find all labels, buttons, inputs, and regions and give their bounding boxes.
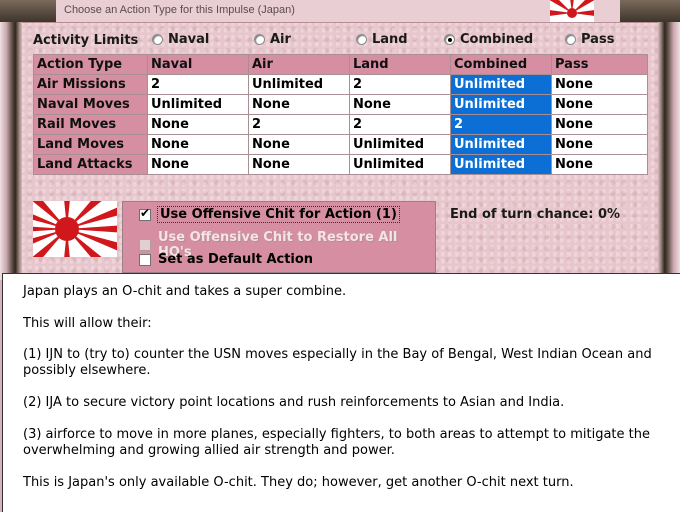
table-cell: None [551, 154, 648, 175]
column-header: Pass [551, 54, 648, 75]
note-paragraph: (2) IJA to secure victory point location… [23, 395, 565, 410]
note-paragraph: (1) IJN to (try to) counter the USN move… [23, 347, 652, 378]
default-action-option[interactable]: Set as Default Action [139, 252, 313, 267]
title-bar-ornament-left [0, 0, 56, 22]
japan-flag-icon [550, 0, 594, 22]
radio-naval-label: Naval [168, 32, 210, 47]
frame-left [0, 22, 22, 280]
column-header: Combined [450, 54, 552, 75]
table-cell: 2 [248, 114, 350, 135]
column-header: Naval [147, 54, 249, 75]
row-header: Naval Moves [33, 94, 148, 115]
radio-land-indicator[interactable] [356, 34, 367, 45]
offensive-chit-label: Use Offensive Chit for Action (1) [157, 206, 400, 223]
radio-air-indicator[interactable] [254, 34, 265, 45]
action-type-dialog: Choose an Action Type for this Impulse (… [0, 0, 680, 280]
column-header: Action Type [33, 54, 148, 75]
radio-combined[interactable]: Combined [444, 32, 533, 47]
radio-air[interactable]: Air [254, 32, 291, 47]
table-cell: Unlimited [147, 94, 249, 115]
title-bar: Choose an Action Type for this Impulse (… [0, 0, 680, 23]
table-cell: None [147, 154, 249, 175]
offensive-chit-option[interactable]: Use Offensive Chit for Action (1) [139, 206, 400, 223]
row-header: Land Moves [33, 134, 148, 155]
row-header: Land Attacks [33, 154, 148, 175]
default-action-checkbox[interactable] [139, 253, 151, 266]
title-bar-ornament-right [620, 0, 680, 22]
radio-combined-indicator[interactable] [444, 34, 455, 45]
japan-rising-sun-flag-icon [33, 201, 117, 257]
table-cell: None [551, 94, 648, 115]
table-row: Land Attacks None None Unlimited Unlimit… [33, 154, 648, 175]
note-paragraph: (3) airforce to move in more planes, esp… [23, 427, 650, 458]
frame-right [658, 22, 680, 280]
radio-combined-label: Combined [460, 32, 534, 47]
table-cell: None [248, 154, 350, 175]
table-cell: None [551, 114, 648, 135]
offensive-chit-checkbox[interactable] [139, 206, 151, 221]
end-of-turn-chance: End of turn chance: 0% [450, 207, 621, 222]
table-cell: 2 [349, 114, 451, 135]
table-row: Rail Moves None 2 2 2 None [33, 114, 648, 135]
table-row: Naval Moves Unlimited None None Unlimite… [33, 94, 648, 115]
note-paragraph: This will allow their: [23, 316, 152, 331]
radio-pass[interactable]: Pass [565, 32, 614, 47]
radio-pass-label: Pass [581, 32, 615, 47]
radio-naval[interactable]: Naval [152, 32, 209, 47]
table-cell: None [349, 94, 451, 115]
table-cell: Unlimited [248, 74, 350, 95]
row-header: Air Missions [33, 74, 148, 95]
table-cell-selected: Unlimited [450, 134, 552, 155]
table-cell: None [147, 114, 249, 135]
radio-naval-indicator[interactable] [152, 34, 163, 45]
column-header: Air [248, 54, 350, 75]
table-cell: None [248, 94, 350, 115]
table-cell: None [147, 134, 249, 155]
table-cell: Unlimited [349, 154, 451, 175]
table-cell-selected: Unlimited [450, 94, 552, 115]
activity-limits-label: Activity Limits [33, 33, 139, 48]
table-cell: Unlimited [349, 134, 451, 155]
commentary-text-box: Japan plays an O-chit and takes a super … [2, 273, 680, 512]
table-header-row: Action Type Naval Air Land Combined Pass [33, 54, 648, 75]
table-cell: 2 [349, 74, 451, 95]
table-cell: None [551, 74, 648, 95]
table-cell-selected: 2 [450, 114, 552, 135]
note-paragraph: Japan plays an O-chit and takes a super … [23, 284, 347, 299]
column-header: Land [349, 54, 451, 75]
note-paragraph: This is Japan's only available O-chit. T… [23, 475, 574, 490]
activity-limits-table: Action Type Naval Air Land Combined Pass… [33, 54, 648, 175]
window-title: Choose an Action Type for this Impulse (… [64, 4, 295, 16]
table-row: Air Missions 2 Unlimited 2 Unlimited Non… [33, 74, 648, 95]
table-cell-selected: Unlimited [450, 154, 552, 175]
options-panel: Use Offensive Chit for Action (1) Use Of… [122, 201, 436, 273]
table-cell-selected: Unlimited [450, 74, 552, 95]
radio-land-label: Land [372, 32, 408, 47]
table-cell: None [248, 134, 350, 155]
table-cell: None [551, 134, 648, 155]
radio-pass-indicator[interactable] [565, 34, 576, 45]
table-row: Land Moves None None Unlimited Unlimited… [33, 134, 648, 155]
table-cell: 2 [147, 74, 249, 95]
restore-hqs-checkbox [139, 239, 151, 251]
row-header: Rail Moves [33, 114, 148, 135]
default-action-label: Set as Default Action [158, 252, 314, 267]
radio-air-label: Air [270, 32, 291, 47]
radio-land[interactable]: Land [356, 32, 408, 47]
